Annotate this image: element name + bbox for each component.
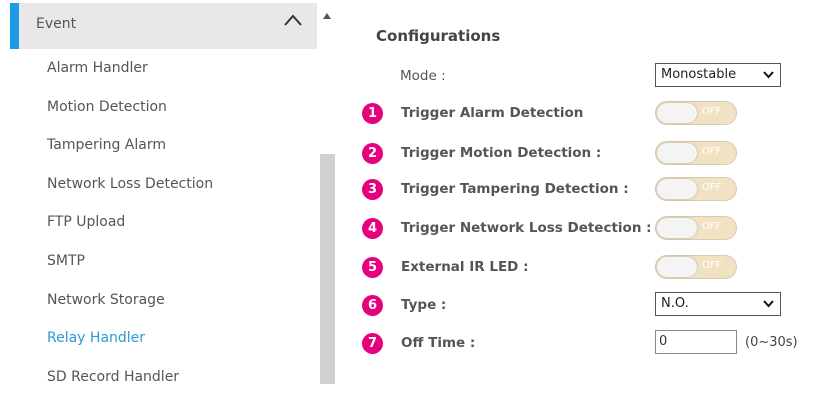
chevron-down-icon xyxy=(763,300,774,308)
trigger-alarm-row: 1 Trigger Alarm Detection OFF xyxy=(340,99,818,129)
external-ir-led-toggle[interactable]: OFF xyxy=(655,255,737,279)
sidebar-item-network-storage[interactable]: Network Storage xyxy=(0,281,318,320)
off-time-input-value: 0 xyxy=(659,334,668,349)
trigger-network-loss-toggle[interactable]: OFF xyxy=(655,216,737,240)
external-ir-led-row: 5 External IR LED : OFF xyxy=(340,253,818,283)
external-ir-led-label: External IR LED : xyxy=(401,259,529,275)
step-badge-7: 7 xyxy=(362,333,383,354)
type-select[interactable]: N.O. xyxy=(655,292,781,316)
sidebar-accent-bar xyxy=(10,3,19,49)
step-badge-1: 1 xyxy=(362,103,383,124)
mode-select-value: Monostable xyxy=(661,67,737,82)
off-time-label: Off Time : xyxy=(401,335,476,351)
sidebar-section-header[interactable]: Event xyxy=(10,3,317,49)
type-label: Type : xyxy=(401,297,447,313)
trigger-tampering-row: 3 Trigger Tampering Detection : OFF xyxy=(340,175,818,205)
step-badge-3: 3 xyxy=(362,179,383,200)
toggle-knob xyxy=(657,218,697,238)
sidebar-item-smtp[interactable]: SMTP xyxy=(0,242,318,281)
toggle-state-text: OFF xyxy=(702,182,722,193)
step-badge-2: 2 xyxy=(362,143,383,164)
mode-label: Mode : xyxy=(400,68,446,84)
off-time-range-hint: (0~30s) xyxy=(745,335,798,350)
section-title: Configurations xyxy=(376,27,501,45)
sidebar-section-title: Event xyxy=(36,16,77,32)
chevron-up-icon[interactable] xyxy=(282,12,304,28)
chevron-down-icon xyxy=(763,71,774,79)
step-badge-5: 5 xyxy=(362,257,383,278)
configurations-panel: Configurations Mode : Monostable 1 Trigg… xyxy=(340,0,818,389)
toggle-knob xyxy=(657,179,697,199)
toggle-state-text: OFF xyxy=(702,146,722,157)
trigger-alarm-toggle[interactable]: OFF xyxy=(655,101,737,125)
type-select-value: N.O. xyxy=(661,296,689,311)
toggle-state-text: OFF xyxy=(702,221,722,232)
toggle-state-text: OFF xyxy=(702,260,722,271)
trigger-network-loss-label: Trigger Network Loss Detection : xyxy=(401,220,652,236)
off-time-row: 7 Off Time : 0 (0~30s) xyxy=(340,329,818,359)
toggle-state-text: OFF xyxy=(702,106,722,117)
trigger-tampering-label: Trigger Tampering Detection : xyxy=(401,181,629,197)
sidebar: Event Alarm Handler Motion Detection Tam… xyxy=(0,0,340,389)
sidebar-item-alarm-handler[interactable]: Alarm Handler xyxy=(0,49,318,88)
sidebar-item-relay-handler[interactable]: Relay Handler xyxy=(0,319,318,358)
sidebar-menu: Alarm Handler Motion Detection Tampering… xyxy=(0,49,318,396)
step-badge-4: 4 xyxy=(362,218,383,239)
off-time-input[interactable]: 0 xyxy=(655,330,737,354)
toggle-knob xyxy=(657,143,697,163)
trigger-tampering-toggle[interactable]: OFF xyxy=(655,177,737,201)
mode-select[interactable]: Monostable xyxy=(655,63,781,87)
sidebar-item-network-loss-detection[interactable]: Network Loss Detection xyxy=(0,165,318,204)
trigger-network-loss-row: 4 Trigger Network Loss Detection : OFF xyxy=(340,214,818,244)
trigger-alarm-label: Trigger Alarm Detection xyxy=(401,105,584,121)
trigger-motion-row: 2 Trigger Motion Detection : OFF xyxy=(340,139,818,169)
trigger-motion-label: Trigger Motion Detection : xyxy=(401,145,602,161)
mode-row: Mode : Monostable xyxy=(340,62,818,92)
sidebar-item-tampering-alarm[interactable]: Tampering Alarm xyxy=(0,126,318,165)
toggle-knob xyxy=(657,257,697,277)
sidebar-item-sd-record-handler[interactable]: SD Record Handler xyxy=(0,358,318,396)
trigger-motion-toggle[interactable]: OFF xyxy=(655,141,737,165)
sidebar-item-ftp-upload[interactable]: FTP Upload xyxy=(0,203,318,242)
type-row: 6 Type : N.O. xyxy=(340,291,818,321)
sidebar-item-motion-detection[interactable]: Motion Detection xyxy=(0,88,318,127)
scroll-up-arrow-icon[interactable] xyxy=(322,12,332,20)
sidebar-scrollbar-thumb[interactable] xyxy=(320,154,335,384)
step-badge-6: 6 xyxy=(362,295,383,316)
toggle-knob xyxy=(657,103,697,123)
